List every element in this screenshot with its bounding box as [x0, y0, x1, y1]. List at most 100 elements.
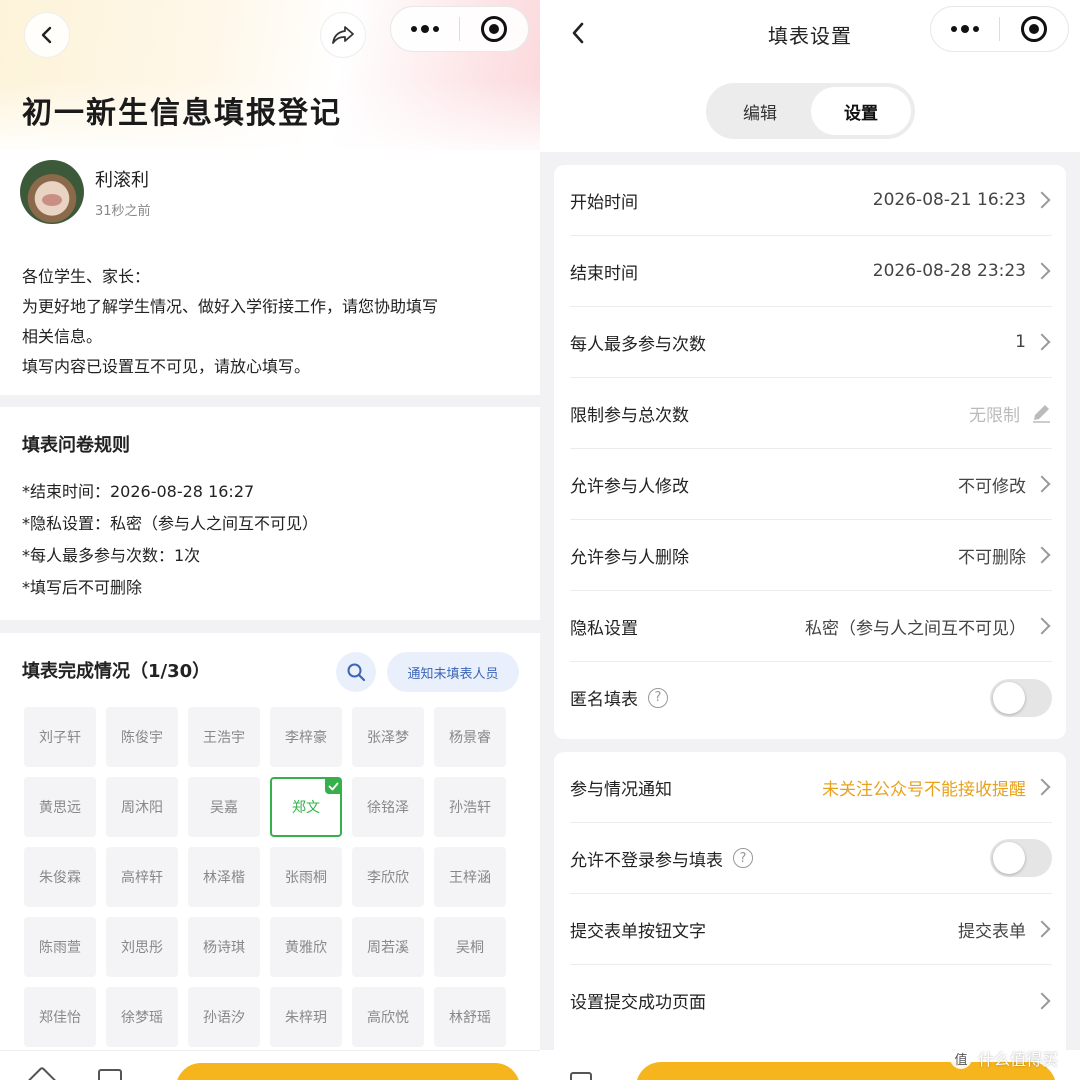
setting-allow-delete[interactable]: 允许参与人删除 不可删除	[570, 520, 1052, 591]
participant-label: 林舒瑶	[449, 1010, 491, 1026]
check-icon	[325, 778, 341, 794]
participant-name[interactable]: 黄雅欣	[270, 917, 342, 977]
participant-name[interactable]: 徐梦瑶	[106, 987, 178, 1047]
setting-allow-no-login: 允许不登录参与填表?	[570, 823, 1052, 894]
miniprogram-capsule	[930, 6, 1069, 52]
tab-edit[interactable]: 编辑	[710, 87, 810, 135]
search-button[interactable]	[336, 652, 376, 692]
participant-name[interactable]: 郑佳怡	[24, 987, 96, 1047]
setting-value: 不可修改	[958, 476, 1026, 497]
participant-name[interactable]: 徐铭泽	[352, 777, 424, 837]
participant-label: 朱梓玥	[285, 1010, 327, 1026]
participant-name[interactable]: 杨景睿	[434, 707, 506, 767]
chevron-left-icon	[41, 26, 52, 44]
participant-label: 张泽梦	[367, 730, 409, 746]
participant-label: 林泽楷	[203, 870, 245, 886]
participant-label: 陈俊宇	[121, 730, 163, 746]
participant-label: 朱俊霖	[39, 870, 81, 886]
participant-name[interactable]: 刘思彤	[106, 917, 178, 977]
notify-unfilled-button[interactable]: 通知未填表人员	[387, 652, 519, 692]
participant-name[interactable]: 孙语汐	[188, 987, 260, 1047]
participant-label: 郑佳怡	[39, 1010, 81, 1026]
participant-name[interactable]: 吴桐	[434, 917, 506, 977]
participant-name[interactable]: 林泽楷	[188, 847, 260, 907]
participant-name[interactable]: 朱梓玥	[270, 987, 342, 1047]
tab-settings[interactable]: 设置	[811, 87, 911, 135]
participant-name[interactable]: 陈俊宇	[106, 707, 178, 767]
home-icon[interactable]	[25, 1066, 59, 1080]
participant-name[interactable]: 王梓涵	[434, 847, 506, 907]
setting-label: 开始时间	[570, 192, 638, 213]
setting-label: 提交表单按钮文字	[570, 921, 706, 942]
setting-max-per-person[interactable]: 每人最多参与次数 1	[570, 307, 1052, 378]
participant-label: 郑文	[292, 800, 320, 816]
participant-label: 吴桐	[456, 940, 484, 956]
close-miniprogram-button[interactable]	[1000, 7, 1068, 51]
no-login-toggle[interactable]	[990, 839, 1052, 877]
more-button[interactable]	[931, 7, 999, 51]
participant-name[interactable]: 林舒瑶	[434, 987, 506, 1047]
setting-label: 参与情况通知	[570, 779, 672, 800]
setting-label: 限制参与总次数	[570, 405, 689, 426]
participant-name[interactable]: 李欣欣	[352, 847, 424, 907]
chevron-right-icon	[1033, 333, 1051, 351]
miniprogram-capsule	[390, 6, 529, 52]
setting-anonymous: 匿名填表?	[570, 662, 1052, 733]
completion-card: 填表完成情况（1/30） 通知未填表人员 刘子轩 陈俊宇 王浩宇 李梓豪 张泽梦 杨景睿黄…	[0, 633, 540, 1080]
participant-name[interactable]: 黄思远	[24, 777, 96, 837]
participant-name[interactable]: 张雨桐	[270, 847, 342, 907]
setting-success-page[interactable]: 设置提交成功页面	[570, 965, 1052, 1036]
chevron-right-icon	[1033, 920, 1051, 938]
chevron-right-icon	[1033, 546, 1051, 564]
participant-name[interactable]: 王浩宇	[188, 707, 260, 767]
participant-name[interactable]: 李梓豪	[270, 707, 342, 767]
close-miniprogram-button[interactable]	[460, 7, 528, 51]
setting-value: 2026-08-21 16:23	[872, 190, 1026, 210]
preview-icon[interactable]	[570, 1072, 592, 1080]
description-line: 填写内容已设置互不可见，请放心填写。	[22, 357, 311, 376]
share-button[interactable]	[320, 12, 366, 58]
chevron-right-icon	[1033, 191, 1051, 209]
participant-name[interactable]: 刘子轩	[24, 707, 96, 767]
setting-value: 提交表单	[958, 921, 1026, 942]
participant-name[interactable]: 周沐阳	[106, 777, 178, 837]
participant-label: 杨诗琪	[203, 940, 245, 956]
primary-action-button[interactable]	[176, 1063, 520, 1080]
participant-name[interactable]: 周若溪	[352, 917, 424, 977]
target-icon	[481, 16, 507, 42]
participant-label: 周若溪	[367, 940, 409, 956]
participant-name[interactable]: 孙浩轩	[434, 777, 506, 837]
setting-total-limit[interactable]: 限制参与总次数 无限制	[570, 378, 1052, 449]
participant-name[interactable]: 陈雨萱	[24, 917, 96, 977]
participant-name[interactable]: 朱俊霖	[24, 847, 96, 907]
rules-card: 填表问卷规则 *结束时间：2026-08-28 16:27 *隐私设置：私密（参…	[0, 407, 540, 620]
rule-item: *结束时间：2026-08-28 16:27	[22, 482, 255, 501]
help-icon[interactable]: ?	[733, 848, 753, 868]
participant-label: 张雨桐	[285, 870, 327, 886]
setting-start-time[interactable]: 开始时间 2026-08-21 16:23	[570, 165, 1052, 236]
book-icon[interactable]	[98, 1069, 122, 1080]
participant-label: 李欣欣	[367, 870, 409, 886]
help-icon[interactable]: ?	[648, 687, 668, 708]
setting-submit-button-text[interactable]: 提交表单按钮文字 提交表单	[570, 894, 1052, 965]
participant-name[interactable]: 张泽梦	[352, 707, 424, 767]
participant-name[interactable]: 吴嘉	[188, 777, 260, 837]
setting-allow-edit[interactable]: 允许参与人修改 不可修改	[570, 449, 1052, 520]
form-description: 各位学生、家长： 为更好地了解学生情况、做好入学衔接工作，请您协助填写 相关信息…	[22, 262, 527, 382]
form-detail-panel: 初一新生信息填报登记 利滚利 31秒之前 各位学生、家长： 为更好地了解学生情况…	[0, 0, 540, 1080]
pencil-icon[interactable]	[1030, 402, 1052, 424]
avatar[interactable]	[20, 160, 84, 224]
participant-name[interactable]: 杨诗琪	[188, 917, 260, 977]
anonymous-toggle[interactable]	[990, 678, 1052, 717]
participant-completed[interactable]: 郑文	[270, 777, 342, 837]
setting-end-time[interactable]: 结束时间 2026-08-28 23:23	[570, 236, 1052, 307]
setting-participation-notify[interactable]: 参与情况通知 未关注公众号不能接收提醒	[570, 752, 1052, 823]
back-button[interactable]	[24, 12, 70, 58]
participant-label: 李梓豪	[285, 730, 327, 746]
setting-privacy[interactable]: 隐私设置 私密（参与人之间互不可见）	[570, 591, 1052, 662]
setting-label: 允许不登录参与填表	[570, 850, 723, 871]
more-button[interactable]	[391, 7, 459, 51]
share-icon	[332, 26, 354, 44]
participant-name[interactable]: 高梓轩	[106, 847, 178, 907]
participant-name[interactable]: 高欣悦	[352, 987, 424, 1047]
